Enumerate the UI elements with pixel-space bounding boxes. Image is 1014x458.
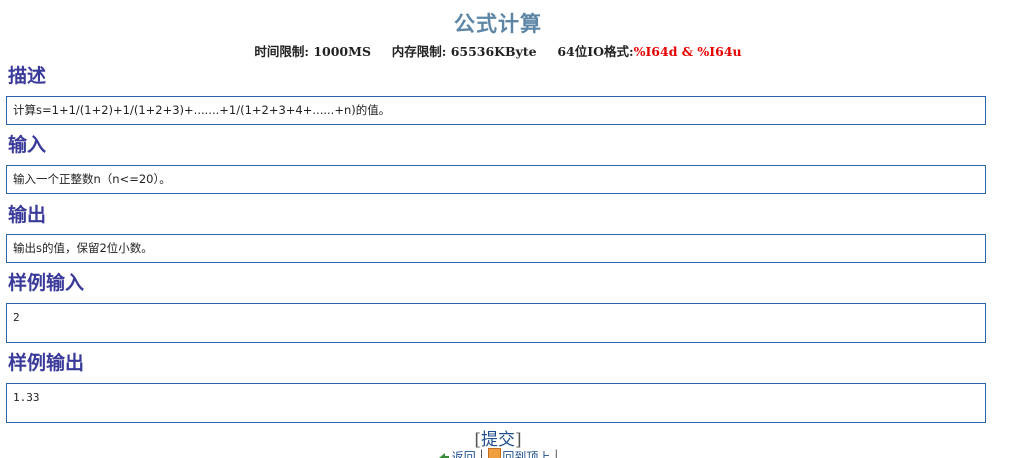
output-box: 输出s的值，保留2位小数。 <box>6 234 986 263</box>
output-heading: 输出 <box>8 204 47 226</box>
back-to-top-link[interactable]: 回到顶上 <box>502 450 550 458</box>
nav-separator: | <box>479 448 484 458</box>
io-format-label: 64位IO格式: <box>557 44 634 59</box>
top-arrow-icon[interactable] <box>488 448 502 458</box>
sample-input-box: 2 <box>6 303 986 343</box>
nav-separator-end: | <box>554 448 559 458</box>
memory-limit-label: 内存限制: <box>391 44 447 59</box>
submit-link[interactable]: 提交 <box>481 430 515 450</box>
problem-limits: 时间限制: 1000MS 内存限制: 65536KByte 64位IO格式:%I… <box>0 41 996 60</box>
sample-output-heading: 样例输出 <box>8 352 85 374</box>
back-link[interactable]: 返回 <box>452 450 476 458</box>
back-arrow-icon[interactable] <box>438 452 450 458</box>
io-format-value: %I64d & %I64u <box>633 44 742 59</box>
description-box: 计算s=1+1/(1+2)+1/(1+2+3)+.......+1/(1+2+3… <box>6 96 986 125</box>
description-heading: 描述 <box>8 65 47 87</box>
input-heading: 输入 <box>8 134 47 156</box>
submit-bracket-open: [ <box>474 430 481 450</box>
sample-output-box: 1.33 <box>6 383 986 423</box>
time-limit-label: 时间限制: <box>254 44 309 59</box>
bottom-nav: 返回 | 回到顶上 | <box>0 448 996 458</box>
time-limit-value: 1000MS <box>313 44 371 59</box>
input-box: 输入一个正整数n（n<=20）。 <box>6 165 986 194</box>
sample-input-heading: 样例输入 <box>8 272 85 294</box>
memory-limit-value: 65536KByte <box>450 44 537 59</box>
submit-link-row: [提交] <box>0 425 996 450</box>
submit-bracket-close: ] <box>515 430 522 450</box>
problem-title: 公式计算 <box>454 11 542 36</box>
